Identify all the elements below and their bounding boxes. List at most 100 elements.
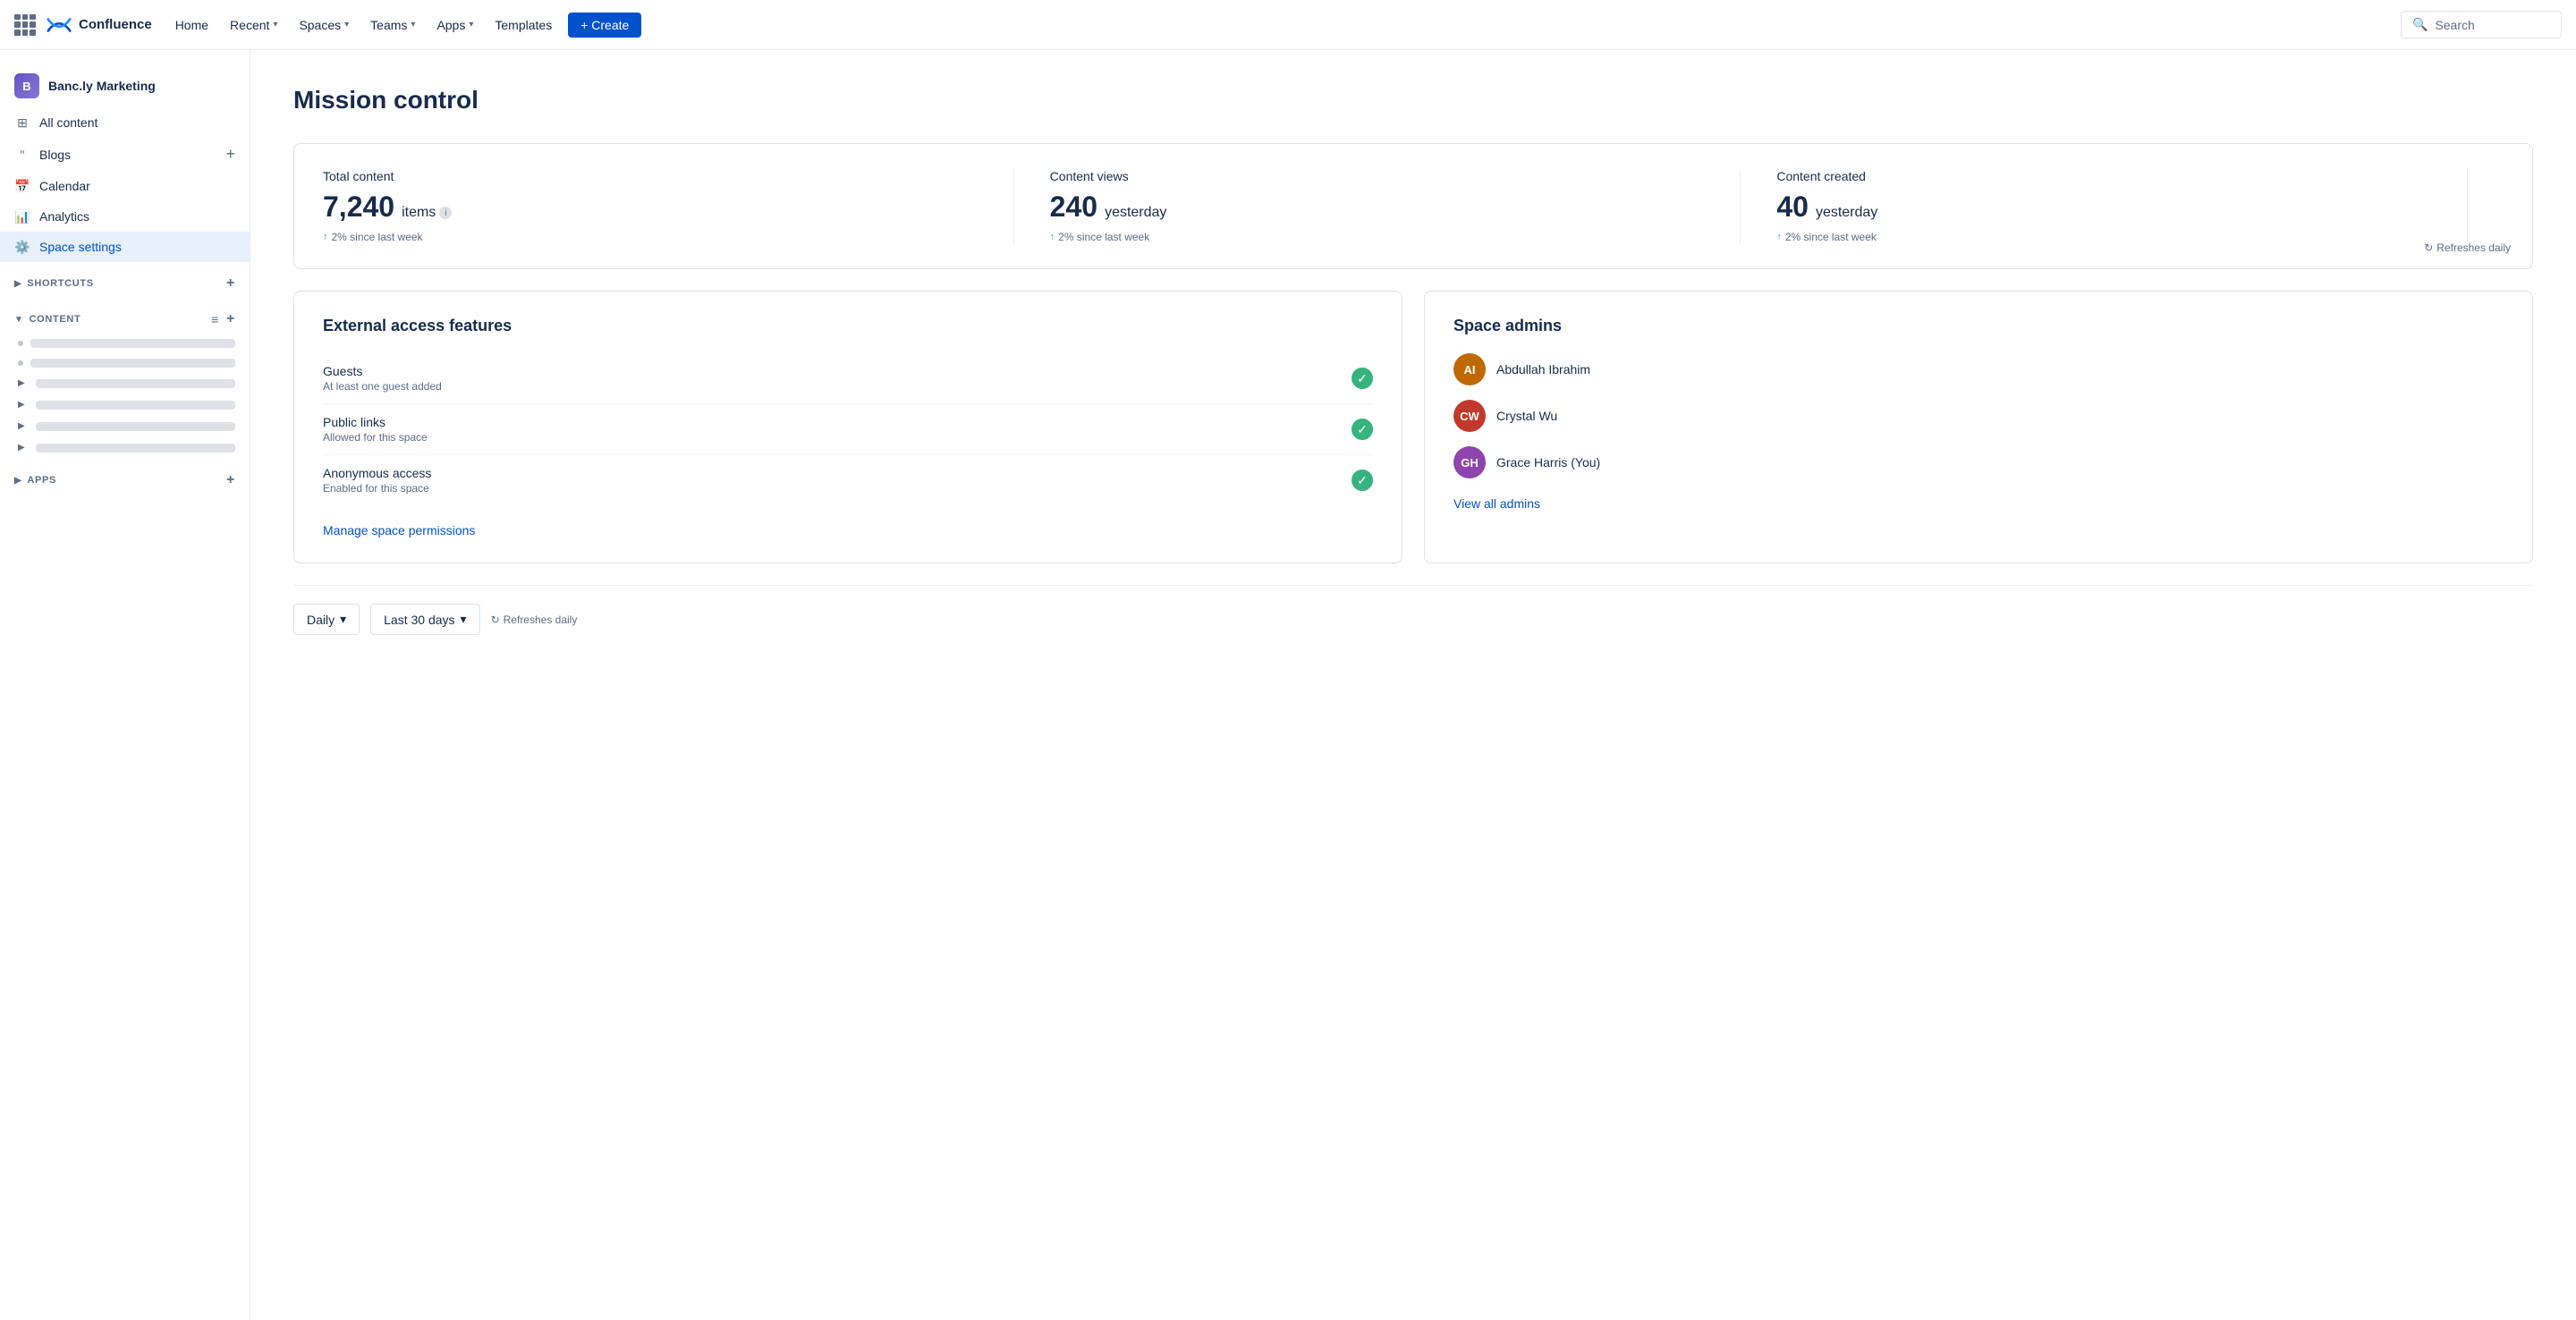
content-bar bbox=[30, 339, 235, 348]
content-section: ▼ CONTENT ≡ + ▶ ▶ bbox=[0, 305, 250, 459]
content-header: ▼ CONTENT ≡ + bbox=[0, 305, 250, 334]
avatar: AI bbox=[1453, 353, 1486, 385]
page-title: Mission control bbox=[293, 86, 2533, 114]
item-chevron: ▶ bbox=[18, 443, 29, 453]
avatar: GH bbox=[1453, 446, 1486, 478]
item-chevron: ▶ bbox=[18, 400, 29, 410]
external-access-card: External access features Guests At least… bbox=[293, 291, 1402, 563]
admin-item: AI Abdullah Ibrahim bbox=[1453, 353, 2504, 385]
cards-row: External access features Guests At least… bbox=[293, 291, 2533, 563]
list-item[interactable]: ▶ bbox=[0, 416, 250, 437]
teams-chevron: ▾ bbox=[411, 20, 415, 30]
content-created-change: ↑ 2% since last week bbox=[1776, 231, 2431, 243]
item-dot bbox=[18, 360, 23, 366]
item-chevron: ▶ bbox=[18, 378, 29, 389]
admin-name: Abdullah Ibrahim bbox=[1496, 362, 1590, 377]
guests-feature: Guests At least one guest added ✓ bbox=[323, 353, 1373, 404]
info-icon[interactable]: i bbox=[439, 207, 452, 219]
list-item[interactable] bbox=[0, 353, 250, 373]
last30-dropdown[interactable]: Last 30 days ▾ bbox=[370, 604, 479, 635]
content-add-button[interactable]: + bbox=[226, 312, 235, 326]
public-links-check-icon: ✓ bbox=[1352, 419, 1373, 440]
space-name: Banc.ly Marketing bbox=[48, 79, 156, 93]
view-all-admins-link[interactable]: View all admins bbox=[1453, 496, 1540, 511]
content-views-change: ↑ 2% since last week bbox=[1050, 231, 1705, 243]
total-content-value: 7,240 items i bbox=[323, 190, 978, 224]
shortcuts-add-button[interactable]: + bbox=[226, 276, 235, 291]
home-nav[interactable]: Home bbox=[166, 13, 217, 38]
list-item[interactable]: ▶ bbox=[0, 394, 250, 416]
apps-chevron: ▾ bbox=[469, 20, 473, 30]
sidebar: B Banc.ly Marketing ⊞ All content " Blog… bbox=[0, 50, 250, 1320]
admin-name: Grace Harris (You) bbox=[1496, 455, 1600, 470]
content-filter-icon[interactable]: ≡ bbox=[211, 312, 219, 326]
content-toggle[interactable]: ▼ bbox=[14, 315, 24, 325]
content-bar bbox=[36, 422, 235, 431]
create-button[interactable]: + Create bbox=[568, 13, 641, 38]
search-icon: 🔍 bbox=[2412, 17, 2428, 32]
grid-icon[interactable] bbox=[14, 14, 36, 36]
teams-nav[interactable]: Teams ▾ bbox=[361, 13, 424, 38]
recent-nav[interactable]: Recent ▾ bbox=[221, 13, 286, 38]
space-settings-icon: ⚙️ bbox=[14, 239, 30, 255]
daily-chevron-icon: ▾ bbox=[340, 612, 346, 627]
content-bar bbox=[36, 379, 235, 388]
apps-section: ▶ APPS + bbox=[0, 466, 250, 495]
refreshes-daily-label: ↻ Refreshes daily bbox=[2424, 241, 2511, 254]
daily-dropdown[interactable]: Daily ▾ bbox=[293, 604, 360, 635]
spaces-chevron: ▾ bbox=[344, 20, 349, 30]
refresh-icon: ↻ bbox=[2424, 241, 2433, 254]
blogs-icon: " bbox=[14, 147, 30, 163]
content-created-label: Content created bbox=[1776, 169, 2431, 183]
item-dot bbox=[18, 341, 23, 346]
manage-permissions-link[interactable]: Manage space permissions bbox=[323, 523, 475, 537]
anonymous-access-desc: Enabled for this space bbox=[323, 482, 431, 495]
list-item[interactable] bbox=[0, 334, 250, 353]
space-header[interactable]: B Banc.ly Marketing bbox=[0, 64, 250, 107]
apps-toggle[interactable]: ▶ bbox=[14, 476, 21, 486]
total-content-label: Total content bbox=[323, 169, 978, 183]
calendar-icon: 📅 bbox=[14, 178, 30, 194]
content-views-label: Content views bbox=[1050, 169, 1705, 183]
sidebar-item-blogs[interactable]: " Blogs + bbox=[0, 138, 250, 171]
content-bar bbox=[36, 401, 235, 410]
list-item[interactable]: ▶ bbox=[0, 437, 250, 459]
shortcuts-toggle[interactable]: ▶ bbox=[14, 279, 21, 289]
sidebar-item-all-content[interactable]: ⊞ All content bbox=[0, 107, 250, 138]
analytics-icon: 📊 bbox=[14, 208, 30, 224]
apps-nav[interactable]: Apps ▾ bbox=[428, 13, 482, 38]
sidebar-item-space-settings[interactable]: ⚙️ Space settings bbox=[0, 232, 250, 262]
anonymous-access-feature: Anonymous access Enabled for this space … bbox=[323, 455, 1373, 505]
bottom-refreshes-label: ↻ Refreshes daily bbox=[491, 613, 578, 626]
last30-chevron-icon: ▾ bbox=[461, 612, 467, 627]
content-views-value: 240 yesterday bbox=[1050, 190, 1705, 224]
content-bar bbox=[36, 444, 235, 453]
space-icon: B bbox=[14, 73, 39, 98]
external-access-title: External access features bbox=[323, 317, 1373, 335]
admin-name: Crystal Wu bbox=[1496, 409, 1557, 423]
anonymous-access-check-icon: ✓ bbox=[1352, 470, 1373, 491]
anonymous-access-name: Anonymous access bbox=[323, 466, 431, 480]
total-content-stat: Total content 7,240 items i ↑ 2% since l… bbox=[323, 169, 1014, 243]
content-views-stat: Content views 240 yesterday ↑ 2% since l… bbox=[1050, 169, 1741, 243]
apps-header: ▶ APPS + bbox=[0, 466, 250, 495]
total-content-change: ↑ 2% since last week bbox=[323, 231, 978, 243]
avatar: CW bbox=[1453, 400, 1486, 432]
admin-item: GH Grace Harris (You) bbox=[1453, 446, 2504, 478]
sidebar-item-calendar[interactable]: 📅 Calendar bbox=[0, 171, 250, 201]
blogs-add-icon[interactable]: + bbox=[225, 145, 235, 164]
sidebar-item-analytics[interactable]: 📊 Analytics bbox=[0, 201, 250, 232]
search-input[interactable]: 🔍 Search bbox=[2401, 11, 2562, 38]
shortcuts-header: ▶ SHORTCUTS + bbox=[0, 269, 250, 298]
stats-card: Total content 7,240 items i ↑ 2% since l… bbox=[293, 143, 2533, 269]
spaces-nav[interactable]: Spaces ▾ bbox=[290, 13, 358, 38]
apps-add-button[interactable]: + bbox=[226, 473, 235, 487]
main-content: Mission control Total content 7,240 item… bbox=[250, 50, 2576, 1320]
up-arrow-icon: ↑ bbox=[1776, 232, 1782, 242]
public-links-name: Public links bbox=[323, 415, 428, 429]
list-item[interactable]: ▶ bbox=[0, 373, 250, 394]
templates-nav[interactable]: Templates bbox=[486, 13, 561, 38]
guests-check-icon: ✓ bbox=[1352, 368, 1373, 389]
confluence-logo[interactable]: Confluence bbox=[47, 13, 152, 38]
public-links-desc: Allowed for this space bbox=[323, 431, 428, 444]
